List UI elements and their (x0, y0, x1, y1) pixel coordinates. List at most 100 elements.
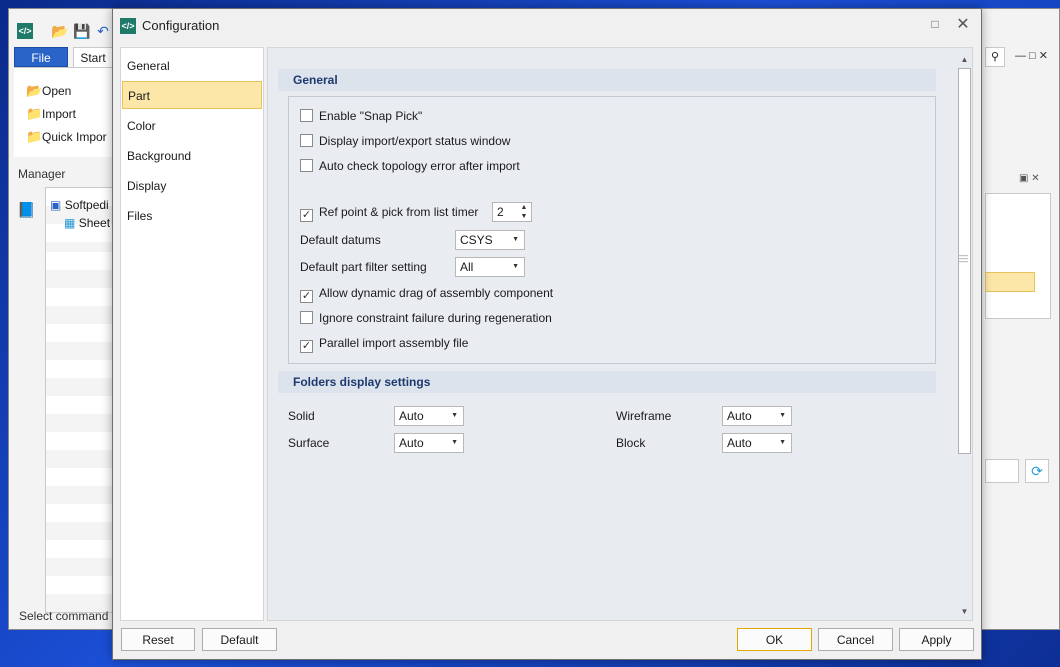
chevron-down-icon: ▼ (779, 412, 786, 419)
right-list-selected-row[interactable] (985, 272, 1035, 292)
config-category-list: General Part Color Background Display Fi… (120, 47, 264, 621)
solid-select[interactable]: Auto ▼ (394, 406, 464, 426)
surface-label: Surface (288, 436, 330, 450)
manager-label: Manager (18, 167, 66, 181)
block-label: Block (616, 436, 646, 450)
snap-pick-label: Enable "Snap Pick" (319, 109, 423, 123)
scroll-down-icon[interactable]: ▼ (957, 606, 972, 618)
open-folder-icon[interactable]: 📂 (51, 23, 68, 39)
ribbon-import-label: Import (42, 107, 77, 121)
general-group-box: Enable "Snap Pick" Display import/export… (288, 96, 936, 364)
section-header-general: General (278, 69, 936, 91)
tree-item-sheet[interactable]: ▦ Sheet (64, 216, 114, 230)
scroll-up-icon[interactable]: ▲ (957, 54, 972, 66)
status-window-option[interactable]: Display import/export status window (300, 132, 510, 150)
cancel-button[interactable]: Cancel (818, 628, 893, 651)
search-icon[interactable]: ⚲ (985, 47, 1005, 67)
help-icon[interactable]: □ (927, 17, 943, 33)
timer-spinbox[interactable]: 2 ▲ ▼ (492, 202, 532, 222)
undo-icon[interactable]: ↶ (95, 23, 111, 39)
topology-check-checkbox[interactable] (300, 159, 313, 172)
wireframe-value: Auto (727, 409, 752, 423)
ribbon-open-button[interactable]: 📂Open (26, 82, 71, 100)
status-window-label: Display import/export status window (319, 134, 511, 148)
dialog-logo-icon: </> (120, 18, 136, 34)
dialog-title: Configuration (142, 18, 220, 33)
default-datums-label: Default datums (300, 233, 381, 247)
chevron-down-icon: ▼ (512, 263, 519, 270)
chevron-down-icon: ▼ (451, 439, 458, 446)
dynamic-drag-label: Allow dynamic drag of assembly component (319, 286, 554, 300)
snap-pick-checkbox[interactable] (300, 109, 313, 122)
ribbon-panel: 📂Open 📁Import 📁Quick Impor (14, 67, 113, 157)
quick-import-icon: 📁 (26, 129, 43, 144)
apply-button[interactable]: Apply (899, 628, 974, 651)
window-controls-icon[interactable]: — □ ✕ (1015, 49, 1048, 62)
tree-item-softpedia[interactable]: ▣ Softpedi (50, 198, 114, 212)
ribbon-quick-import-label: Quick Impor (42, 130, 107, 144)
ref-point-option[interactable]: ✓ Ref point & pick from list timer (300, 203, 479, 222)
import-icon: 📁 (26, 106, 43, 121)
panel-controls-icon[interactable]: ▣ ✕ (1019, 173, 1040, 184)
ignore-constraint-label: Ignore constraint failure during regener… (319, 311, 552, 325)
nav-item-general[interactable]: General (122, 52, 262, 80)
wireframe-select[interactable]: Auto ▼ (722, 406, 792, 426)
scroll-grip-icon: — — — (959, 250, 968, 266)
parallel-import-label: Parallel import assembly file (319, 336, 469, 350)
solid-label: Solid (288, 409, 315, 423)
block-select[interactable]: Auto ▼ (722, 433, 792, 453)
ignore-constraint-checkbox[interactable] (300, 311, 313, 324)
refresh-icon[interactable]: ⟳ (1025, 459, 1049, 483)
ok-button[interactable]: OK (737, 628, 812, 651)
configuration-dialog: </> Configuration □ ✕ General Part Color… (112, 8, 982, 660)
nav-item-display[interactable]: Display (122, 172, 262, 200)
nav-item-files[interactable]: Files (122, 202, 262, 230)
default-part-filter-label: Default part filter setting (300, 260, 427, 274)
chevron-down-icon: ▼ (512, 236, 519, 243)
status-bar-text: Select command o (19, 609, 119, 623)
parallel-import-option[interactable]: ✓ Parallel import assembly file (300, 334, 469, 353)
timer-value: 2 (497, 205, 504, 219)
default-button[interactable]: Default (202, 628, 277, 651)
default-part-filter-value: All (460, 260, 474, 274)
save-icon[interactable]: 💾 (73, 23, 90, 39)
part-icon: ▣ (50, 198, 62, 212)
open-icon: 📂 (26, 83, 43, 98)
nav-item-background[interactable]: Background (122, 142, 262, 170)
topology-check-label: Auto check topology error after import (319, 159, 520, 173)
manager-book-icon[interactable]: 📘 (17, 201, 39, 221)
ref-point-label: Ref point & pick from list timer (319, 205, 479, 219)
reset-button[interactable]: Reset (121, 628, 195, 651)
tab-file[interactable]: File (14, 47, 68, 67)
tree-item-label: Sheet (78, 216, 111, 230)
ref-point-checkbox[interactable]: ✓ (300, 209, 313, 222)
tab-start[interactable]: Start (73, 47, 113, 67)
dynamic-drag-checkbox[interactable]: ✓ (300, 290, 313, 303)
nav-item-color[interactable]: Color (122, 112, 262, 140)
tree-item-label: Softpedi (64, 198, 109, 212)
surface-value: Auto (399, 436, 424, 450)
section-header-folders: Folders display settings (278, 371, 936, 393)
surface-select[interactable]: Auto ▼ (394, 433, 464, 453)
default-part-filter-select[interactable]: All ▼ (455, 257, 525, 277)
manager-tree: ▣ Softpedi ▦ Sheet (45, 187, 115, 613)
settings-scrollbar[interactable]: ▲ — — — ▼ (957, 54, 972, 618)
wireframe-label: Wireframe (616, 409, 672, 423)
snap-pick-option[interactable]: Enable "Snap Pick" (300, 107, 422, 125)
ribbon-open-label: Open (42, 84, 72, 98)
ribbon-import-button[interactable]: 📁Import (26, 105, 76, 123)
dynamic-drag-option[interactable]: ✓ Allow dynamic drag of assembly componen… (300, 284, 554, 303)
default-datums-select[interactable]: CSYS ▼ (455, 230, 525, 250)
right-input[interactable] (985, 459, 1019, 483)
ribbon-quick-import-button[interactable]: 📁Quick Impor (26, 128, 107, 146)
status-window-checkbox[interactable] (300, 134, 313, 147)
app-logo-icon: </> (17, 23, 33, 39)
nav-item-part[interactable]: Part (122, 81, 262, 109)
close-icon[interactable]: ✕ (953, 15, 973, 35)
topology-check-option[interactable]: Auto check topology error after import (300, 157, 520, 175)
dialog-titlebar: </> Configuration □ ✕ (113, 9, 981, 43)
parallel-import-checkbox[interactable]: ✓ (300, 340, 313, 353)
spin-arrows-icon[interactable]: ▲ ▼ (519, 203, 529, 221)
ignore-constraint-option[interactable]: Ignore constraint failure during regener… (300, 309, 552, 327)
solid-value: Auto (399, 409, 424, 423)
